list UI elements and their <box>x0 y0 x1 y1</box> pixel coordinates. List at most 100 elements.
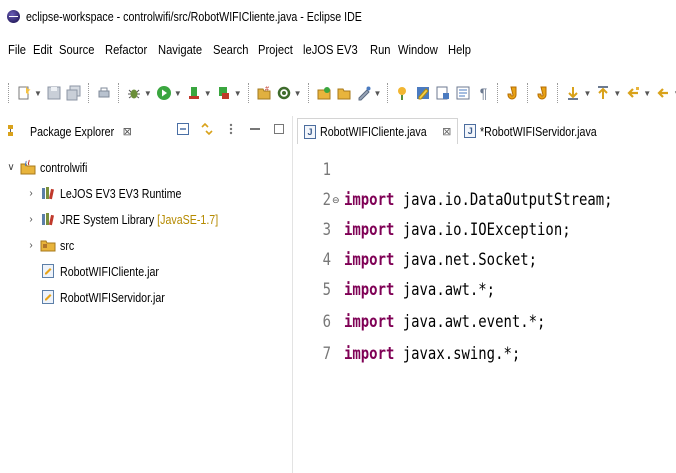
new-project-icon[interactable]: # <box>256 85 272 101</box>
eclipse-icon <box>7 9 20 23</box>
external-tools-dropdown-icon[interactable]: ▼ <box>234 89 242 98</box>
code-text: import java.awt.event.*; <box>344 312 545 332</box>
project-name: controlwifi <box>40 159 88 175</box>
external-tools-icon[interactable] <box>216 85 232 101</box>
toggle-mark-occurrences-icon[interactable] <box>415 85 431 101</box>
keyword: import <box>344 220 395 240</box>
open-type-icon[interactable] <box>395 85 411 101</box>
toolbar-separator <box>117 83 120 103</box>
editor-area: J RobotWIFICliente.java ⊠ J *RobotWIFISe… <box>297 116 676 473</box>
tree-item-project[interactable]: ∨ controlwifi <box>0 154 292 180</box>
last-edit-dropdown-icon[interactable]: ▼ <box>643 89 651 98</box>
save-all-icon[interactable] <box>66 85 82 101</box>
view-menu-icon[interactable] <box>224 122 238 136</box>
svg-text:#: # <box>265 86 269 93</box>
run-icon[interactable] <box>156 85 172 101</box>
code-text: import javax.swing.*; <box>344 344 520 364</box>
back-icon[interactable] <box>655 85 671 101</box>
panel-divider[interactable] <box>292 116 293 473</box>
new-class-icon[interactable] <box>356 85 372 101</box>
keyword: import <box>344 344 395 364</box>
last-edit-location-icon[interactable] <box>625 85 641 101</box>
code-text: import java.net.Socket; <box>344 250 537 270</box>
previous-annotation-icon[interactable] <box>595 85 611 101</box>
menu-help[interactable]: Help <box>448 42 471 57</box>
menu-search[interactable]: Search <box>213 42 248 57</box>
toggle-block-selection-icon[interactable] <box>435 85 451 101</box>
line-number: 4 <box>322 250 331 270</box>
toggle-breadcrumb-icon[interactable] <box>455 85 471 101</box>
collapse-all-icon[interactable] <box>176 122 190 136</box>
src-label: src <box>60 237 75 253</box>
jre-name: JRE System Library <box>60 211 155 227</box>
collapsed-chevron-icon[interactable]: › <box>26 188 36 199</box>
menu-file[interactable]: File <box>8 42 26 57</box>
code-line: 1 <box>297 156 344 184</box>
run-dropdown-icon[interactable]: ▼ <box>174 89 182 98</box>
fold-collapse-icon[interactable]: ⊖ <box>332 195 340 206</box>
tab-robotwificliente[interactable]: J RobotWIFICliente.java ⊠ <box>297 118 459 144</box>
code-line: 3 import java.io.IOException; <box>297 216 620 244</box>
maximize-icon[interactable] <box>272 122 286 136</box>
toolbar-separator <box>527 83 529 103</box>
panel-actions <box>176 122 286 136</box>
new-folder-icon[interactable] <box>336 85 352 101</box>
toolbar-separator <box>8 83 10 103</box>
gear-dropdown-icon[interactable]: ▼ <box>294 89 302 98</box>
package-explorer-title: Package Explorer <box>30 123 115 139</box>
menu-window[interactable]: Window <box>398 42 438 57</box>
code-text: import java.io.DataOutputStream; <box>344 190 613 210</box>
gear-icon[interactable] <box>276 85 292 101</box>
jar-file-icon <box>40 289 56 305</box>
code-content: java.net.Socket; <box>394 250 538 270</box>
coverage-dropdown-icon[interactable]: ▼ <box>204 89 212 98</box>
main-toolbar: ▼ ▼ ▼ ▼ ▼ # ▼ ▼ ¶ ▼ ▼ ▼ <box>0 78 676 108</box>
print-icon[interactable] <box>96 85 112 101</box>
close-icon[interactable]: ⊠ <box>442 125 451 138</box>
new-package-icon[interactable] <box>316 85 332 101</box>
menu-run[interactable]: Run <box>370 42 391 57</box>
link-with-editor-icon[interactable] <box>200 122 214 136</box>
toolbar-separator <box>307 83 310 103</box>
debug-dropdown-icon[interactable]: ▼ <box>144 89 152 98</box>
expanded-chevron-icon[interactable]: ∨ <box>6 162 16 173</box>
window-title: eclipse-workspace - controlwifi/src/Robo… <box>26 8 362 24</box>
keyword: import <box>344 280 395 300</box>
minimize-icon[interactable] <box>248 122 262 136</box>
coverage-icon[interactable] <box>186 85 202 101</box>
tree-item-runtime[interactable]: › LeJOS EV3 EV3 Runtime <box>0 180 292 206</box>
tab-robotwifiservidor[interactable]: J *RobotWIFIServidor.java <box>458 118 628 144</box>
line-number: 2 <box>322 190 331 210</box>
previous-annotation-dropdown-icon[interactable]: ▼ <box>613 89 621 98</box>
code-content: java.awt.*; <box>394 280 496 300</box>
tree-item-jar1[interactable]: RobotWIFICliente.jar <box>0 258 292 284</box>
menu-bar: File Edit Source Refactor Navigate Searc… <box>0 36 676 62</box>
debug-icon[interactable] <box>126 85 142 101</box>
menu-lejos-ev3[interactable]: leJOS EV3 <box>303 42 358 57</box>
tree-item-src[interactable]: › src <box>0 232 292 258</box>
new-dropdown-icon[interactable]: ▼ <box>34 89 42 98</box>
tree-item-jar2[interactable]: RobotWIFIServidor.jar <box>0 284 292 310</box>
menu-source[interactable]: Source <box>59 42 94 57</box>
next-annotation-dropdown-icon[interactable]: ▼ <box>583 89 591 98</box>
next-annotation-icon[interactable] <box>565 85 581 101</box>
menu-refactor[interactable]: Refactor <box>105 42 147 57</box>
lejos-upload-icon[interactable] <box>505 85 521 101</box>
menu-navigate[interactable]: Navigate <box>158 42 202 57</box>
new-icon[interactable] <box>16 85 32 101</box>
collapsed-chevron-icon[interactable]: › <box>26 240 36 251</box>
collapsed-chevron-icon[interactable]: › <box>26 214 36 225</box>
menu-edit[interactable]: Edit <box>33 42 52 57</box>
menu-project[interactable]: Project <box>258 42 293 57</box>
tree-item-jre[interactable]: › JRE System Library [JavaSE-1.7] <box>0 206 292 232</box>
new-class-dropdown-icon[interactable]: ▼ <box>374 89 382 98</box>
jre-label: JRE System Library [JavaSE-1.7] <box>60 212 218 227</box>
line-number: 3 <box>322 220 331 240</box>
lejos-run-icon[interactable] <box>535 85 551 101</box>
show-whitespace-icon[interactable]: ¶ <box>475 85 491 101</box>
package-explorer-panel: Package Explorer ⊠ ∨ controlwifi › LeJOS… <box>0 116 292 473</box>
code-text: import java.awt.*; <box>344 280 495 300</box>
code-line: 4 import java.net.Socket; <box>297 246 579 274</box>
close-icon[interactable]: ⊠ <box>123 125 132 138</box>
save-icon[interactable] <box>46 85 62 101</box>
